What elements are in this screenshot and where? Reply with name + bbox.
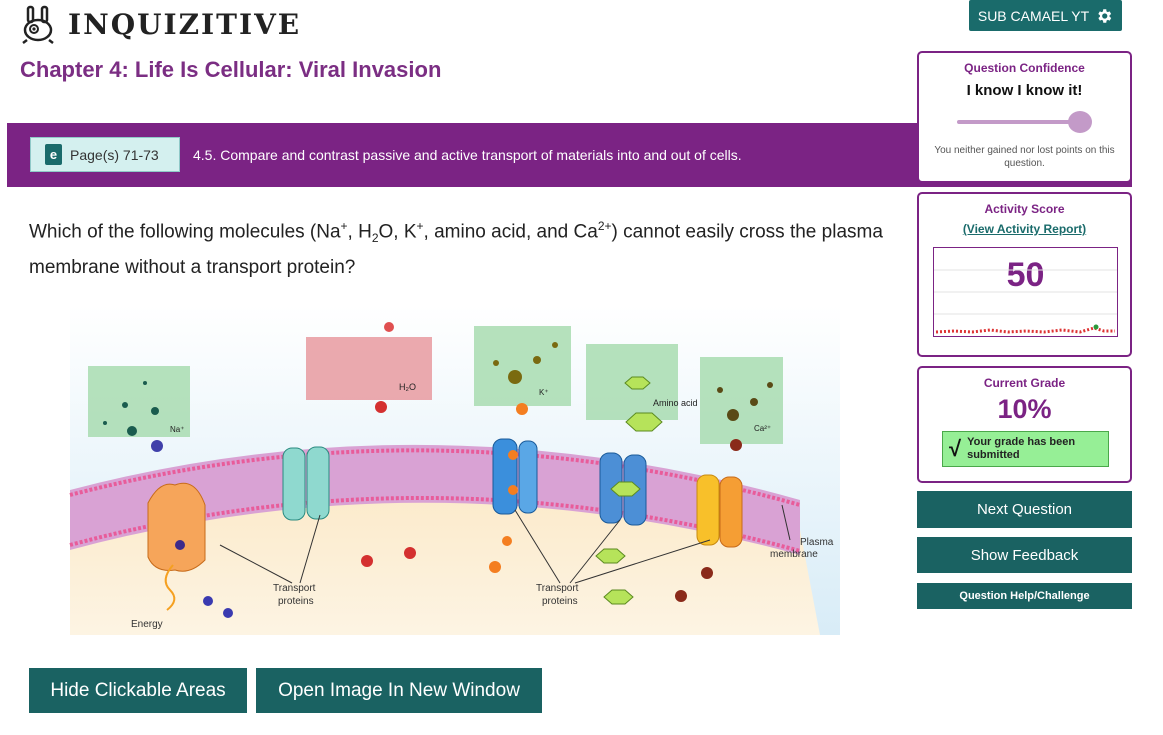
grade-submitted-text: Your grade has been submitted (967, 436, 1076, 461)
label-proteins-right: proteins (542, 596, 578, 607)
confidence-value: I know I know it! (966, 82, 1083, 99)
label-energy: Energy (131, 619, 163, 630)
gear-icon (1098, 8, 1112, 23)
bunny-mascot-icon (22, 5, 54, 44)
label-proteins-left: proteins (278, 596, 314, 607)
label-ca: Ca²⁺ (754, 424, 771, 433)
label-membrane: membrane (770, 549, 818, 560)
show-feedback-button[interactable]: Show Feedback (917, 537, 1132, 573)
pages-label: Page(s) 71-73 (70, 146, 159, 163)
label-h2o: H₂O (399, 382, 416, 392)
next-question-button[interactable]: Next Question (917, 491, 1132, 528)
activity-score-panel: Activity Score (View Activity Report) 50 (917, 192, 1132, 357)
question-help-button[interactable]: Question Help/Challenge (917, 583, 1132, 609)
label-transport-proteins-right: Transport (536, 583, 579, 594)
confidence-note: You neither gained nor lost points on th… (934, 145, 1115, 169)
label-amino-acid: Amino acid (653, 398, 698, 408)
app-logo: INQUIZITIVE (18, 4, 301, 44)
ebook-pages-button[interactable]: e Page(s) 71-73 (30, 137, 180, 172)
current-grade-panel: Current Grade 10% √ Your grade has been … (917, 366, 1132, 483)
learning-objective: 4.5. Compare and contrast passive and ac… (193, 147, 742, 163)
grade-title: Current Grade (983, 376, 1066, 390)
chapter-title: Chapter 4: Life Is Cellular: Viral Invas… (20, 57, 442, 82)
confidence-slider-track[interactable] (957, 120, 1079, 124)
k-concentration-box (474, 326, 571, 406)
potassium-channel-protein (492, 438, 538, 515)
sodium-pump-protein (147, 482, 206, 572)
user-label: SUB CAMAEL YT (977, 7, 1090, 24)
hide-clickable-areas-button[interactable]: Hide Clickable Areas (29, 668, 247, 713)
user-menu-button[interactable]: SUB CAMAEL YT (969, 0, 1122, 31)
checkmark-icon: √ (949, 436, 962, 461)
ebook-icon: e (45, 144, 62, 165)
grade-submitted-badge: √ Your grade has been submitted (942, 431, 1109, 467)
label-plasma: Plasma (800, 537, 834, 548)
grade-value: 10% (997, 394, 1052, 424)
label-na: Na⁺ (170, 425, 184, 434)
open-image-new-window-button[interactable]: Open Image In New Window (256, 668, 542, 713)
confidence-slider-handle[interactable] (1068, 111, 1092, 133)
confidence-title: Question Confidence (964, 61, 1085, 75)
label-transport-proteins-left: Transport (273, 583, 316, 594)
view-activity-report-link[interactable]: (View Activity Report) (919, 222, 1130, 236)
question-text: Which of the following molecules (Na+, H… (29, 219, 883, 279)
label-k: K⁺ (539, 388, 549, 397)
membrane-transport-diagram[interactable]: Na⁺ H₂O K⁺ Amino acid Ca²⁺ Plasma membra… (30, 305, 840, 635)
score-sparkline (934, 269, 1117, 334)
app-name: INQUIZITIVE (68, 7, 302, 41)
activity-score-chart: 50 (933, 247, 1118, 337)
calcium-pump-protein (696, 474, 743, 548)
question-confidence-panel: Question Confidence I know I know it! Yo… (917, 51, 1132, 183)
activity-title: Activity Score (984, 202, 1065, 216)
